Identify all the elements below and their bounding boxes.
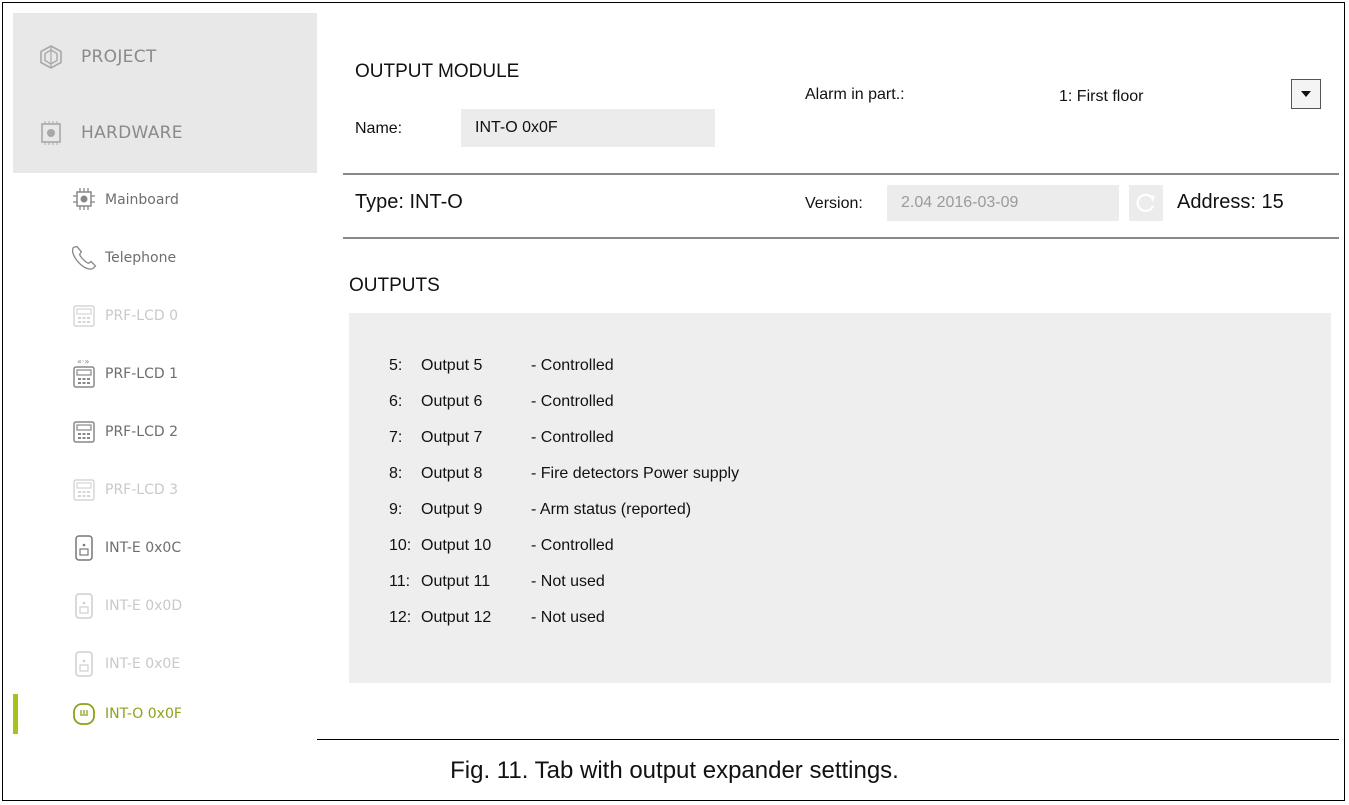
- output-function: - Not used: [531, 573, 605, 590]
- sidebar-item-project[interactable]: PROJECT: [13, 27, 317, 87]
- output-number: 8:: [389, 465, 403, 482]
- sidebar-item-int-e-0x0d[interactable]: INT-E 0x0D: [13, 581, 317, 631]
- keypad-icon: [69, 475, 99, 505]
- sidebar-item-int-e-0x0e[interactable]: INT-E 0x0E: [13, 639, 317, 689]
- sidebar-item-label: Mainboard: [105, 192, 179, 208]
- output-name: Output 9: [421, 501, 483, 518]
- sidebar-item-label: Telephone: [105, 250, 177, 266]
- alarm-partition-label: Alarm in part.:: [805, 86, 905, 103]
- outputs-list: 5: Output 5 - Controlled 6: Output 6 - Contr…: [349, 313, 1331, 683]
- sidebar-item-telephone[interactable]: Telephone: [13, 233, 317, 283]
- list-item[interactable]: 8: Output 8 - Fire detectors Power supply: [389, 465, 739, 491]
- alarm-partition-select[interactable]: 1: First floor: [1059, 88, 1143, 106]
- sidebar-item-prf-lcd-3[interactable]: PRF-LCD 3: [13, 465, 317, 515]
- list-item[interactable]: 12: Output 12 - Not used: [389, 609, 605, 635]
- output-function: - Controlled: [531, 429, 614, 446]
- output-expander-icon: [69, 699, 99, 729]
- sidebar-top-section: PROJECT HARDWARE: [13, 13, 317, 173]
- sidebar-item-label: PROJECT: [81, 47, 157, 67]
- divider: [343, 237, 1339, 239]
- output-name: Output 8: [421, 465, 483, 482]
- version-field: 2.04 2016-03-09: [887, 185, 1119, 221]
- main-panel: OUTPUT MODULE Name: INT-O 0x0F Alarm in …: [317, 13, 1339, 740]
- module-type: Type: INT-O: [355, 191, 463, 213]
- output-function: - Arm status (reported): [531, 501, 692, 518]
- version-label: Version:: [805, 195, 863, 212]
- sidebar-item-label: HARDWARE: [81, 123, 183, 143]
- sidebar-item-prf-lcd-0[interactable]: PRF-LCD 0: [13, 291, 317, 341]
- sidebar-item-int-o-0x0f[interactable]: INT-O 0x0F: [13, 689, 317, 739]
- keypad-icon: [69, 417, 99, 447]
- app-window: PROJECT HARDWARE Mainboard Telephone PRF…: [13, 13, 1339, 740]
- expander-icon: [69, 649, 99, 679]
- output-function: - Not used: [531, 609, 605, 626]
- outputs-title: OUTPUTS: [349, 275, 440, 296]
- sidebar-item-label: PRF-LCD 1: [105, 366, 178, 382]
- module-title: OUTPUT MODULE: [355, 61, 520, 82]
- name-field[interactable]: INT-O 0x0F: [461, 109, 715, 147]
- output-function: - Controlled: [531, 537, 614, 554]
- list-item[interactable]: 7: Output 7 - Controlled: [389, 429, 614, 455]
- list-item[interactable]: 6: Output 6 - Controlled: [389, 393, 614, 419]
- refresh-icon: [1136, 193, 1155, 212]
- list-item[interactable]: 5: Output 5 - Controlled: [389, 357, 614, 383]
- sidebar-item-label: INT-E 0x0E: [105, 656, 181, 672]
- sidebar-item-label: PRF-LCD 0: [105, 308, 178, 324]
- list-item[interactable]: 11: Output 11 - Not used: [389, 573, 605, 599]
- output-function: - Controlled: [531, 393, 614, 410]
- divider: [343, 173, 1339, 175]
- output-number: 10:: [389, 537, 412, 554]
- expander-icon: [69, 533, 99, 563]
- sidebar-item-mainboard[interactable]: Mainboard: [13, 175, 317, 225]
- sidebar-item-label: INT-E 0x0C: [105, 540, 182, 556]
- svg-text:«·»: «·»: [77, 357, 89, 366]
- chevron-down-icon: [1301, 91, 1311, 97]
- refresh-button[interactable]: [1129, 185, 1163, 221]
- output-function: - Controlled: [531, 357, 614, 374]
- name-label: Name:: [355, 120, 403, 137]
- output-name: Output 11: [421, 573, 491, 590]
- output-function: - Fire detectors Power supply: [531, 465, 740, 482]
- project-icon: [40, 45, 62, 69]
- list-item[interactable]: 10: Output 10 - Controlled: [389, 537, 614, 563]
- active-indicator: [13, 694, 18, 734]
- output-name: Output 6: [421, 393, 483, 410]
- sidebar-item-label: INT-E 0x0D: [105, 598, 183, 614]
- output-number: 7:: [389, 429, 403, 446]
- list-item[interactable]: 9: Output 9 - Arm status (reported): [389, 501, 691, 527]
- output-number: 6:: [389, 393, 403, 410]
- telephone-icon: [69, 243, 99, 273]
- output-name: Output 7: [421, 429, 483, 446]
- sidebar: PROJECT HARDWARE Mainboard Telephone PRF…: [13, 13, 317, 740]
- sidebar-item-label: PRF-LCD 3: [105, 482, 178, 498]
- output-name: Output 12: [421, 609, 492, 626]
- partition-dropdown-button[interactable]: [1291, 79, 1321, 109]
- keypad-icon: [69, 301, 99, 331]
- sidebar-item-prf-lcd-2[interactable]: PRF-LCD 2: [13, 407, 317, 457]
- output-name: Output 5: [421, 357, 483, 374]
- sidebar-item-label: PRF-LCD 2: [105, 424, 178, 440]
- expander-icon: [69, 591, 99, 621]
- figure-frame: PROJECT HARDWARE Mainboard Telephone PRF…: [2, 2, 1345, 801]
- sidebar-item-int-e-0x0c[interactable]: INT-E 0x0C: [13, 523, 317, 573]
- output-name: Output 10: [421, 537, 492, 554]
- wireless-keypad-icon: «·»: [69, 357, 99, 389]
- hardware-icon: [41, 121, 61, 145]
- output-number: 11:: [389, 573, 411, 590]
- sidebar-item-hardware[interactable]: HARDWARE: [13, 103, 317, 163]
- module-address: Address: 15: [1177, 191, 1284, 213]
- mainboard-icon: [69, 185, 99, 215]
- output-number: 9:: [389, 501, 403, 518]
- figure-caption: Fig. 11. Tab with output expander settin…: [450, 757, 899, 784]
- sidebar-item-prf-lcd-1[interactable]: «·» PRF-LCD 1: [13, 349, 317, 399]
- output-number: 5:: [389, 357, 403, 374]
- sidebar-item-label: INT-O 0x0F: [105, 706, 182, 722]
- output-number: 12:: [389, 609, 412, 626]
